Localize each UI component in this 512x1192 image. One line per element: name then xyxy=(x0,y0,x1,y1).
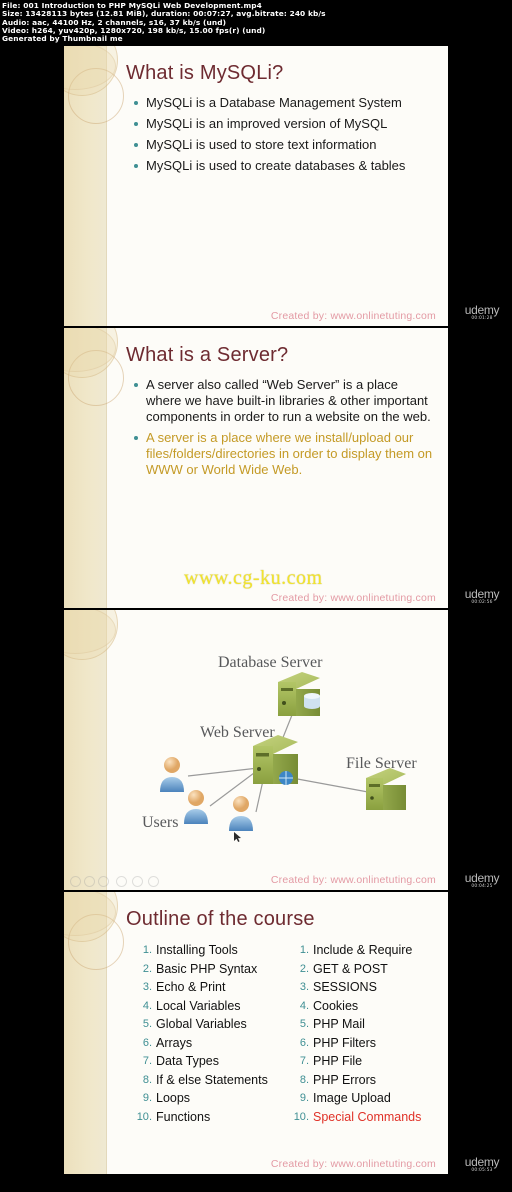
udemy-watermark: udemy 00:04:25 xyxy=(456,871,508,889)
outline-item: Image Upload xyxy=(289,1089,391,1107)
outline-item: SESSIONS xyxy=(289,978,377,996)
database-server-icon xyxy=(278,672,320,716)
control-icon-3[interactable] xyxy=(98,876,109,887)
diagram-label-users: Users xyxy=(142,814,179,831)
diagram-canvas xyxy=(160,672,406,831)
bullet-item: MySQLi is a Database Management System xyxy=(132,95,434,111)
outline-item: Global Variables xyxy=(132,1015,247,1033)
udemy-timestamp: 00:02:56 xyxy=(471,600,493,605)
outline-item: PHP File xyxy=(289,1052,363,1070)
mouse-cursor-icon xyxy=(234,832,241,842)
outline-item: PHP Mail xyxy=(289,1015,365,1033)
slide-server-diagram[interactable]: Database Server Web Server File Server U… xyxy=(64,610,448,892)
outline-item: Include & Require xyxy=(289,941,413,959)
file-server-icon xyxy=(366,768,406,810)
slide-sidebar-band xyxy=(64,328,124,608)
udemy-brand-label: udemy xyxy=(464,1155,500,1169)
outline-item: Cookies xyxy=(289,997,359,1015)
outline-item: Echo & Print xyxy=(132,978,226,996)
udemy-brand-label: udemy xyxy=(464,871,500,885)
site-watermark: www.cg-ku.com xyxy=(184,567,323,589)
slide-credit: Created by: www.onlinetuting.com xyxy=(270,1158,436,1170)
video-metadata-header: File: 001 Introduction to PHP MySQLi Web… xyxy=(0,0,512,44)
bullet-item-highlighted: A server is a place where we install/upl… xyxy=(132,430,434,478)
user-icon xyxy=(184,790,208,824)
meta-generated-line: Generated by Thumbnail me xyxy=(2,34,123,44)
user-icon xyxy=(229,796,253,831)
outline-item: GET & POST xyxy=(289,960,388,978)
udemy-brand-label: udemy xyxy=(464,587,500,601)
outline-column-right: Include & Require GET & POST SESSIONS Co… xyxy=(289,941,434,1126)
outline-item: Arrays xyxy=(132,1034,193,1052)
control-icon-2[interactable] xyxy=(84,876,95,887)
outline-item-highlighted: Special Commands xyxy=(289,1108,422,1126)
slide-sidebar-band xyxy=(64,610,118,890)
slide-what-is-a-server[interactable]: What is a Server? A server also called “… xyxy=(64,328,448,610)
outline-item: Installing Tools xyxy=(132,941,238,959)
outline-item: Basic PHP Syntax xyxy=(132,960,258,978)
zoom-in-icon[interactable] xyxy=(132,876,143,887)
slide-course-outline[interactable]: Outline of the course Installing Tools B… xyxy=(64,892,448,1174)
outline-item: PHP Filters xyxy=(289,1034,376,1052)
udemy-timestamp: 00:05:53 xyxy=(471,1168,493,1173)
slide-sidebar-band xyxy=(64,46,124,326)
control-icon-1[interactable] xyxy=(70,876,81,887)
user-icon xyxy=(160,757,184,792)
slide-credit: Created by: www.onlinetuting.com xyxy=(270,592,436,604)
zoom-out-icon[interactable] xyxy=(148,876,159,887)
bullet-item: MySQLi is used to create databases & tab… xyxy=(132,158,434,174)
slide-credit: Created by: www.onlinetuting.com xyxy=(270,874,436,886)
slide-credit: Created by: www.onlinetuting.com xyxy=(270,310,436,322)
slide-title: What is MySQLi? xyxy=(126,62,284,84)
outline-item: If & else Statements xyxy=(132,1071,268,1089)
bullet-item: A server also called “Web Server” is a p… xyxy=(132,377,434,425)
slide-bullet-list: A server also called “Web Server” is a p… xyxy=(126,377,434,478)
outline-item: Functions xyxy=(132,1108,211,1126)
slide-bullet-list: MySQLi is a Database Management System M… xyxy=(126,95,434,174)
slide-title: What is a Server? xyxy=(126,344,289,366)
outline-column-left: Installing Tools Basic PHP Syntax Echo &… xyxy=(132,941,277,1126)
bullet-item: MySQLi is used to store text information xyxy=(132,137,434,153)
diagram-label-database-server: Database Server xyxy=(218,654,323,671)
thumbnail-slide-stack: What is MySQLi? MySQLi is a Database Man… xyxy=(64,46,448,1174)
udemy-timestamp: 00:01:28 xyxy=(471,316,493,321)
slide-title: Outline of the course xyxy=(126,908,315,930)
udemy-watermark: udemy 00:01:28 xyxy=(456,303,508,321)
outline-item: Data Types xyxy=(132,1052,220,1070)
player-controls-overlay[interactable] xyxy=(64,874,244,888)
outline-item: Loops xyxy=(132,1089,191,1107)
network-diagram: Database Server Web Server File Server U… xyxy=(106,610,448,890)
udemy-timestamp: 00:04:25 xyxy=(471,884,493,889)
diagram-label-file-server: File Server xyxy=(346,755,417,772)
fullscreen-icon[interactable] xyxy=(116,876,127,887)
outline-item: PHP Errors xyxy=(289,1071,376,1089)
bullet-item: MySQLi is an improved version of MySQL xyxy=(132,116,434,132)
outline-item: Local Variables xyxy=(132,997,241,1015)
slide-what-is-mysqli[interactable]: What is MySQLi? MySQLi is a Database Man… xyxy=(64,46,448,328)
udemy-watermark: udemy 00:05:53 xyxy=(456,1155,508,1173)
slide-sidebar-band xyxy=(64,892,124,1174)
udemy-watermark: udemy 00:02:56 xyxy=(456,587,508,605)
diagram-label-web-server: Web Server xyxy=(200,724,275,741)
web-server-icon xyxy=(253,735,298,785)
udemy-brand-label: udemy xyxy=(464,303,500,317)
